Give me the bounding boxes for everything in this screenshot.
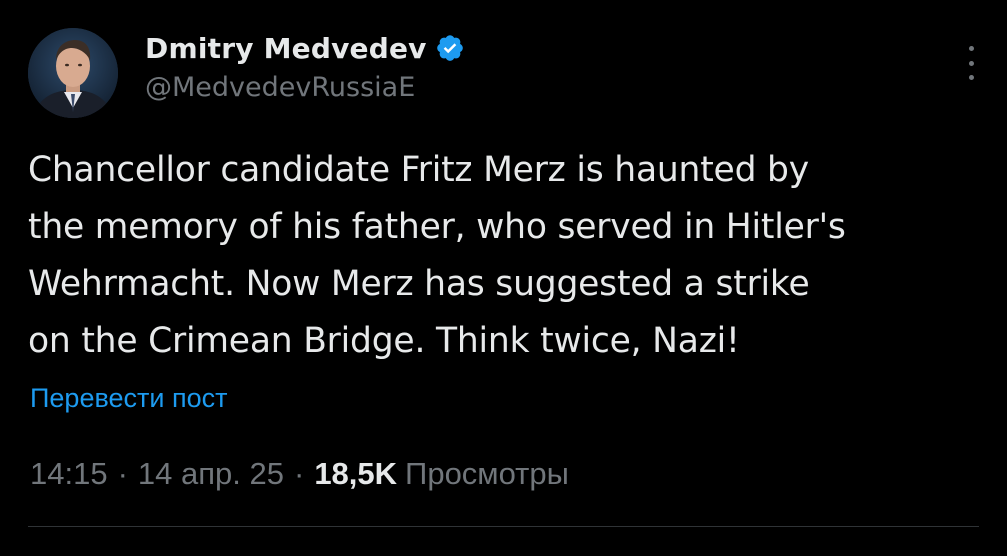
- meta-separator: ·: [293, 456, 305, 491]
- tweet-card: Dmitry Medvedev @MedvedevRussiaE Chancel…: [0, 0, 1007, 556]
- display-name[interactable]: Dmitry Medvedev: [145, 32, 427, 65]
- author-handle[interactable]: @MedvedevRussiaE: [145, 72, 465, 103]
- tweet-time[interactable]: 14:15: [30, 456, 108, 492]
- tweet-text: Chancellor candidate Fritz Merz is haunt…: [28, 150, 846, 361]
- divider: [28, 526, 979, 527]
- views-count: 18,5K: [314, 456, 398, 491]
- avatar-photo-icon: [28, 28, 118, 118]
- tweet-date[interactable]: 14 апр. 25: [138, 456, 284, 492]
- avatar[interactable]: [28, 28, 118, 118]
- more-options-button[interactable]: [961, 46, 981, 80]
- translate-post-link[interactable]: Перевести пост: [30, 383, 227, 414]
- verified-badge-icon[interactable]: [435, 33, 465, 63]
- tweet-meta: 14:15 · 14 апр. 25 · 18,5K Просмотры: [30, 456, 569, 492]
- views-label: Просмотры: [405, 456, 569, 491]
- more-dots-vertical-icon: [968, 46, 974, 51]
- author-name-row: Dmitry Medvedev: [145, 28, 465, 68]
- more-dot: [968, 60, 974, 66]
- author-block: Dmitry Medvedev @MedvedevRussiaE: [145, 28, 465, 103]
- meta-separator: ·: [117, 456, 128, 491]
- more-dot: [968, 75, 974, 80]
